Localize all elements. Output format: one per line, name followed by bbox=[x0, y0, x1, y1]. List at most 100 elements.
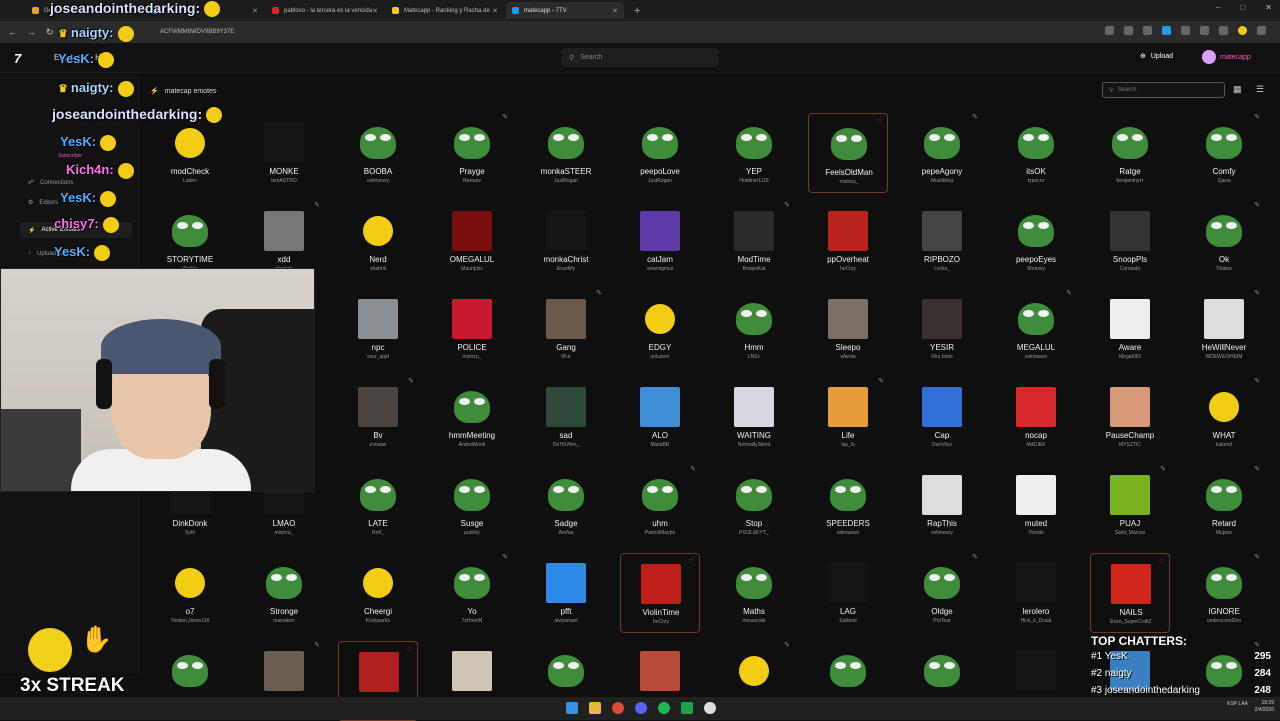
tab-close-icon[interactable]: ✕ bbox=[372, 7, 378, 15]
edit-icon[interactable]: ✎ bbox=[972, 553, 978, 561]
emote-card[interactable]: catJam vexenigmus bbox=[620, 201, 700, 281]
profile-icon[interactable] bbox=[1238, 26, 1247, 35]
emote-card[interactable]: peepoEyes Shmovy bbox=[996, 201, 1076, 281]
emote-card[interactable]: modCheck Laden bbox=[150, 113, 230, 193]
emote-card[interactable]: MEGALUL selrswave ✎ bbox=[996, 289, 1076, 369]
emote-card[interactable]: ViolinTime heCrzy ◌ bbox=[620, 553, 700, 633]
back-icon[interactable]: ← bbox=[8, 27, 17, 38]
menu-icon[interactable] bbox=[1257, 26, 1266, 35]
emote-card[interactable]: monkaChrist Excellify bbox=[526, 201, 606, 281]
extension-icon[interactable] bbox=[1181, 26, 1190, 35]
sidebar-item-editors[interactable]: ⚙ Editors bbox=[28, 199, 58, 207]
upload-button[interactable]: ⊕ Upload bbox=[1140, 52, 1173, 61]
tab-close-icon[interactable]: ✕ bbox=[612, 7, 618, 15]
emote-card[interactable]: o7 Tristian.Jones116 bbox=[150, 553, 230, 633]
emote-card[interactable]: hmmMeeting AndreiMonti bbox=[432, 377, 512, 457]
emote-card[interactable]: Susge pulshly bbox=[432, 465, 512, 545]
edit-icon[interactable]: ✎ bbox=[314, 201, 320, 209]
emote-card[interactable]: YEP Hotdiner1116 bbox=[714, 113, 794, 193]
list-view-icon[interactable]: ☰ bbox=[1256, 84, 1264, 95]
obs-icon[interactable] bbox=[681, 702, 693, 714]
eye-off-icon[interactable] bbox=[1105, 26, 1114, 35]
minimize-icon[interactable]: – bbox=[1216, 3, 1220, 12]
emote-card[interactable]: Cap DonVilox bbox=[902, 377, 982, 457]
clock[interactable]: 18:29 2/4/2026 bbox=[1255, 700, 1274, 714]
tab-close-icon[interactable]: ✕ bbox=[492, 7, 498, 15]
emote-card[interactable]: ALO MistaBR bbox=[620, 377, 700, 457]
emote-card[interactable]: Gang tPur ✎ bbox=[526, 289, 606, 369]
star-icon[interactable] bbox=[1124, 26, 1133, 35]
emote-card[interactable]: Life tay_lo ✎ bbox=[808, 377, 888, 457]
emote-card[interactable]: Stop PIX3LSKYY_ bbox=[714, 465, 794, 545]
emote-card[interactable]: sad DeTthWen_ bbox=[526, 377, 606, 457]
emote-card[interactable]: SnoopPls Corolado bbox=[1090, 201, 1170, 281]
emote-card[interactable]: HeWillNever WDEWEISHEIM ✎ bbox=[1184, 289, 1264, 369]
emote-card[interactable]: SPEEDERS selrswave bbox=[808, 465, 888, 545]
emote-card[interactable]: lerolero Hick_e_Dcaia bbox=[996, 553, 1076, 633]
url-field[interactable]: ACFWMM6WDV9BB9Y37E bbox=[70, 25, 1070, 39]
system-tray[interactable]: ESP LAA bbox=[1227, 701, 1248, 708]
emote-card[interactable]: WHAT kalorxd ✎ bbox=[1184, 377, 1264, 457]
edit-icon[interactable]: ✎ bbox=[1254, 377, 1260, 385]
spotify-icon[interactable] bbox=[658, 702, 670, 714]
app-icon[interactable] bbox=[704, 702, 716, 714]
edit-icon[interactable]: ✎ bbox=[596, 289, 602, 297]
emote-card[interactable]: NAILS Enzo_SuperCraftZ ◌ bbox=[1090, 553, 1170, 633]
emote-set-selector[interactable]: ⚡ matecap emotes bbox=[150, 84, 216, 98]
emote-card[interactable]: ModTime BoopisKat ✎ bbox=[714, 201, 794, 281]
emote-card[interactable]: POLICE mistrzu_ bbox=[432, 289, 512, 369]
emote-card[interactable]: itsOK typecro bbox=[996, 113, 1076, 193]
emote-card[interactable]: FeelsOldMan mistrzu_ ◌ bbox=[808, 113, 888, 193]
emote-card[interactable]: Ok Tolatos ✎ bbox=[1184, 201, 1264, 281]
edit-icon[interactable]: ✎ bbox=[784, 201, 790, 209]
emote-card[interactable]: Maths mosacode bbox=[714, 553, 794, 633]
edit-icon[interactable]: ✎ bbox=[1254, 201, 1260, 209]
emote-card[interactable]: PUAJ Saint_Marcos ✎ bbox=[1090, 465, 1170, 545]
browser-tab[interactable]: matecapp - 7TV ✕ bbox=[506, 2, 624, 19]
new-tab-icon[interactable]: + bbox=[634, 5, 640, 17]
emote-card[interactable]: pfft aiwysmaxi bbox=[526, 553, 606, 633]
emote-card[interactable]: Hmm LNSc bbox=[714, 289, 794, 369]
edit-icon[interactable]: ✎ bbox=[502, 553, 508, 561]
edit-icon[interactable]: ✎ bbox=[1160, 465, 1166, 473]
emote-card[interactable]: Oldge ProTear ✎ bbox=[902, 553, 982, 633]
extension-icon[interactable] bbox=[1162, 26, 1171, 35]
emote-card[interactable]: pepeAgony Mustikling ✎ bbox=[902, 113, 982, 193]
emote-card[interactable]: Nerd shahriii bbox=[338, 201, 418, 281]
sidebar-item-connections[interactable]: ☍ Connections bbox=[28, 179, 73, 187]
emote-card[interactable]: muted Ttootts bbox=[996, 465, 1076, 545]
emote-card[interactable]: ppOverheat heCrzy bbox=[808, 201, 888, 281]
emote-card[interactable]: RapThis evilmessy bbox=[902, 465, 982, 545]
emote-card[interactable]: monkaSTEER JustRogan bbox=[526, 113, 606, 193]
extension-icon[interactable] bbox=[1143, 26, 1152, 35]
emote-card[interactable]: peepoLove JustRogan bbox=[620, 113, 700, 193]
edit-icon[interactable]: ✎ bbox=[878, 377, 884, 385]
close-window-icon[interactable]: ✕ bbox=[1265, 3, 1272, 12]
edit-icon[interactable]: ✎ bbox=[1254, 289, 1260, 297]
emote-card[interactable]: Ratge benjaminyvr bbox=[1090, 113, 1170, 193]
emote-card[interactable]: PauseChamp MYSZTIC bbox=[1090, 377, 1170, 457]
edit-icon[interactable]: ✎ bbox=[1254, 553, 1260, 561]
7tv-logo[interactable]: 7 bbox=[14, 51, 21, 66]
user-menu[interactable]: matecapp bbox=[1202, 50, 1251, 64]
emote-card[interactable]: EDGY uriluzero bbox=[620, 289, 700, 369]
edit-icon[interactable]: ✎ bbox=[1066, 289, 1072, 297]
emote-card[interactable]: LATE Rn8_ bbox=[338, 465, 418, 545]
emote-card[interactable]: YESIR Riru binto bbox=[902, 289, 982, 369]
emote-card[interactable]: Cheergi Kodyparbs bbox=[338, 553, 418, 633]
emote-card[interactable]: IGNORE underscoreDon ✎ bbox=[1184, 553, 1264, 633]
emote-card[interactable]: Sadge Arefaa bbox=[526, 465, 606, 545]
reload-icon[interactable]: ↻ bbox=[46, 27, 54, 38]
edit-icon[interactable]: ✎ bbox=[690, 465, 696, 473]
emote-search-input[interactable]: ⚲ Search bbox=[1102, 82, 1225, 98]
chrome-icon[interactable] bbox=[612, 702, 624, 714]
edit-icon[interactable]: ✎ bbox=[314, 641, 320, 649]
forward-icon[interactable]: → bbox=[27, 27, 36, 38]
edit-icon[interactable]: ✎ bbox=[1254, 465, 1260, 473]
edit-icon[interactable]: ✎ bbox=[1254, 113, 1260, 121]
emote-card[interactable]: Stronge maisaken bbox=[244, 553, 324, 633]
maximize-icon[interactable]: □ bbox=[1240, 3, 1245, 12]
edit-icon[interactable]: ✎ bbox=[784, 641, 790, 649]
browser-tab[interactable]: pabloxo - la tercera es la vencida ✕ bbox=[266, 2, 384, 19]
emote-card[interactable]: MONKE benASTRO bbox=[244, 113, 324, 193]
